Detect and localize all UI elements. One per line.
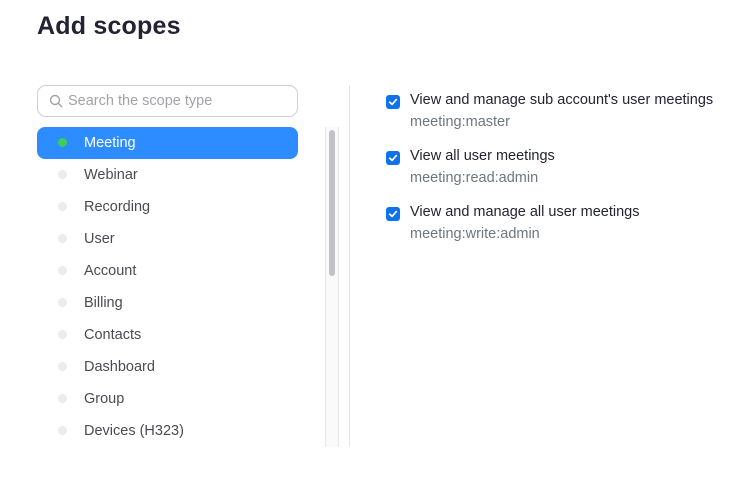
scope-checkbox[interactable] <box>386 95 400 109</box>
panel-divider <box>349 85 350 447</box>
status-dot <box>58 298 67 307</box>
category-item-meeting[interactable]: Meeting <box>37 127 298 159</box>
category-label: Meeting <box>84 135 136 151</box>
category-label: User <box>84 231 115 247</box>
status-dot <box>58 426 67 435</box>
status-dot <box>58 202 67 211</box>
category-item-devices-h323[interactable]: Devices (H323) <box>37 415 298 447</box>
status-dot <box>58 234 67 243</box>
category-label: Dashboard <box>84 359 155 375</box>
category-item-user[interactable]: User <box>37 223 298 255</box>
category-item-dashboard[interactable]: Dashboard <box>37 351 298 383</box>
scope-name: View and manage sub account's user meeti… <box>410 92 714 108</box>
category-item-contacts[interactable]: Contacts <box>37 319 298 351</box>
status-dot <box>58 138 67 147</box>
status-dot <box>58 330 67 339</box>
category-label: Billing <box>84 295 123 311</box>
scope-item: View all user meetings meeting:read:admi… <box>386 148 736 204</box>
scope-code: meeting:master <box>410 114 510 130</box>
scope-checkbox[interactable] <box>386 151 400 165</box>
status-dot <box>58 170 67 179</box>
status-dot <box>58 362 67 371</box>
category-item-billing[interactable]: Billing <box>37 287 298 319</box>
category-item-group[interactable]: Group <box>37 383 298 415</box>
category-label: Group <box>84 391 125 407</box>
page-title: Add scopes <box>37 12 181 40</box>
search-input[interactable] <box>68 86 290 116</box>
category-item-recording[interactable]: Recording <box>37 191 298 223</box>
category-item-webinar[interactable]: Webinar <box>37 159 298 191</box>
category-item-account[interactable]: Account <box>37 255 298 287</box>
category-scrollbar[interactable] <box>325 127 339 447</box>
check-icon <box>388 210 398 218</box>
add-scopes-dialog: Add scopes Meeting Webinar Recording Use… <box>0 0 751 483</box>
scope-code: meeting:read:admin <box>410 170 539 186</box>
scrollbar-thumb[interactable] <box>329 130 335 276</box>
category-label: Contacts <box>84 327 142 343</box>
status-dot <box>58 266 67 275</box>
check-icon <box>388 98 398 106</box>
scope-item: View and manage sub account's user meeti… <box>386 92 736 148</box>
status-dot <box>58 394 67 403</box>
scope-item: View and manage all user meetings meetin… <box>386 204 736 260</box>
scope-name: View and manage all user meetings <box>410 204 640 220</box>
category-label: Webinar <box>84 167 138 183</box>
scope-list: View and manage sub account's user meeti… <box>386 92 736 260</box>
category-label: Account <box>84 263 137 279</box>
category-label: Recording <box>84 199 151 215</box>
search-icon <box>49 94 63 108</box>
search-box[interactable] <box>37 85 298 117</box>
scope-code: meeting:write:admin <box>410 226 540 242</box>
scope-checkbox[interactable] <box>386 207 400 221</box>
scope-name: View all user meetings <box>410 148 555 164</box>
category-label: Devices (H323) <box>84 423 184 439</box>
scope-category-list: Meeting Webinar Recording User Account B… <box>37 127 298 447</box>
check-icon <box>388 154 398 162</box>
